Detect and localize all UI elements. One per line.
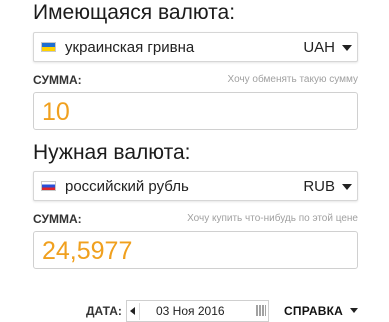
have-amount-label: СУММА: [33,73,82,87]
want-amount-input[interactable]: 24,5977 [33,231,358,269]
want-currency-select[interactable]: российский рубль RUB [33,171,358,201]
want-amount-label-row: СУММА: Хочу купить что-нибудь по этой це… [33,212,358,228]
date-value: 03 Ноя 2016 [156,304,225,318]
have-amount-label-row: СУММА: Хочу обменять такую сумму [33,73,358,89]
want-currency-code: RUB [303,178,335,195]
want-amount-hint: Хочу купить что-нибудь по этой цене [187,213,358,224]
have-amount-hint: Хочу обменять такую сумму [227,74,358,85]
date-divider [139,303,140,320]
chevron-down-icon[interactable] [342,184,352,190]
want-currency-name: российский рубль [65,178,189,195]
previous-date-icon[interactable] [130,307,135,315]
chevron-down-icon[interactable] [350,308,358,313]
calendar-icon[interactable] [256,305,266,316]
date-label: ДАТА: [86,304,122,318]
want-amount-label: СУММА: [33,212,82,226]
have-currency-select[interactable]: украинская гривна UAH [33,32,358,62]
footer-bar: ДАТА: 03 Ноя 2016 СПРАВКА [0,300,389,322]
date-picker[interactable]: 03 Ноя 2016 [126,300,269,322]
have-amount-value: 10 [42,98,70,126]
help-link[interactable]: СПРАВКА [284,304,343,318]
chevron-down-icon[interactable] [342,45,352,51]
have-currency-title: Имеющаяся валюта: [33,1,236,24]
have-currency-code: UAH [303,39,335,56]
have-currency-name: украинская гривна [65,39,195,56]
want-amount-value: 24,5977 [42,237,133,265]
have-amount-input[interactable]: 10 [33,92,358,130]
ukraine-flag-icon [41,42,56,52]
want-currency-title: Нужная валюта: [33,141,191,164]
russia-flag-icon [41,181,56,191]
